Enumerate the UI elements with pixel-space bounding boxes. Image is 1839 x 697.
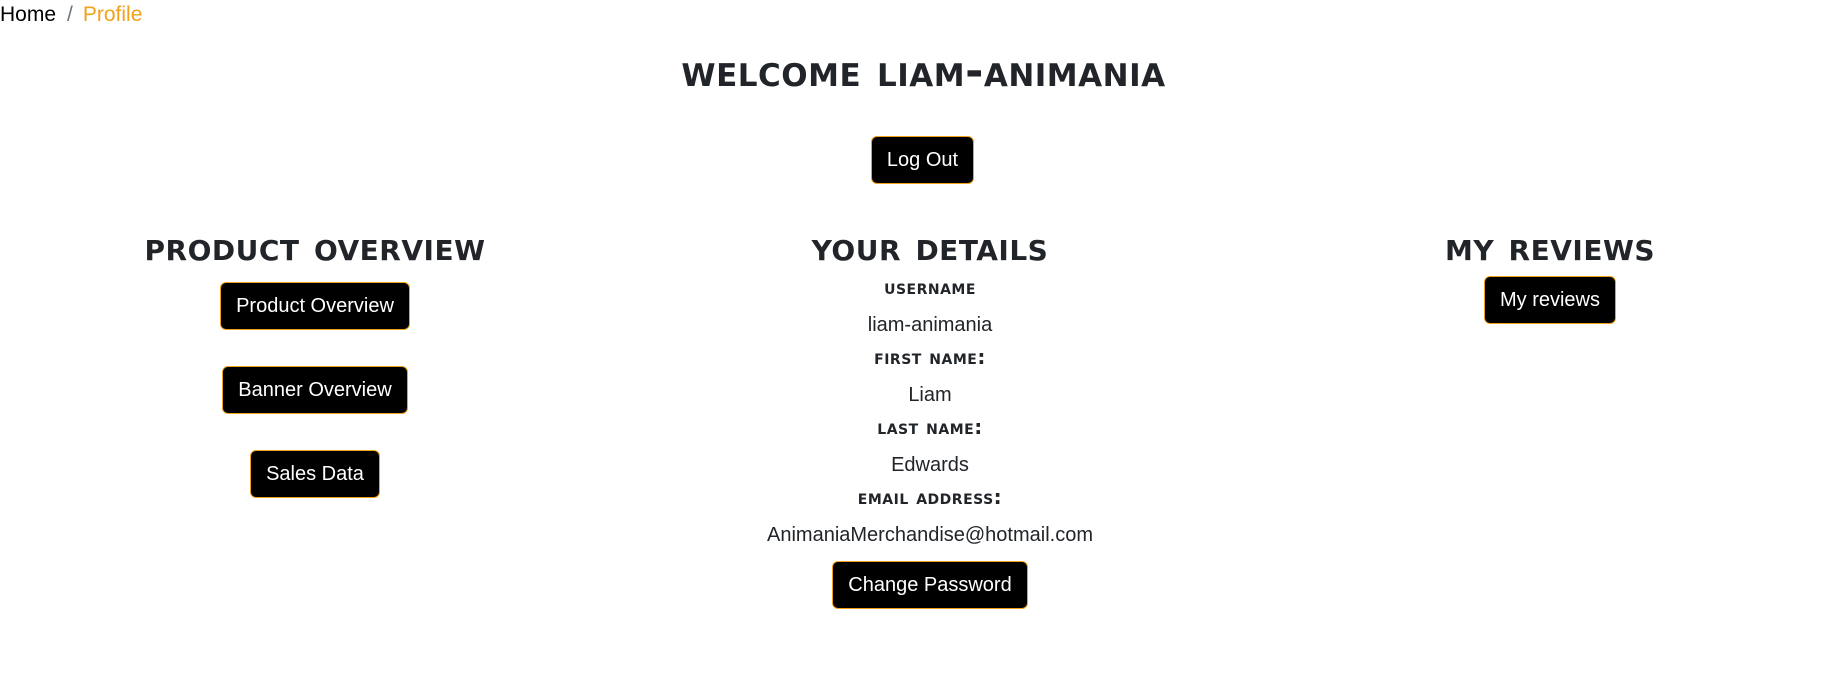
username-value: liam-animania <box>867 314 993 336</box>
profile-page: Home / Profile Welcome liam-animania Log… <box>0 0 1839 697</box>
my-reviews-button[interactable]: My reviews <box>1483 276 1616 324</box>
breadcrumb-home-link[interactable]: Home <box>0 2 56 28</box>
email-label: Email Address: <box>857 485 1003 509</box>
my-reviews-section: My Reviews My reviews <box>1350 222 1750 324</box>
last-name-value: Edwards <box>891 454 969 476</box>
product-overview-button[interactable]: Product Overview <box>220 282 410 330</box>
your-details-section: Your Details Username liam-animania Firs… <box>730 222 1130 609</box>
product-overview-section: Product Overview Product Overview Banner… <box>115 222 515 498</box>
username-label: Username <box>884 275 976 299</box>
breadcrumb-current: Profile <box>82 3 143 26</box>
first-name-value: Liam <box>908 384 952 406</box>
breadcrumb-separator: / <box>67 3 73 26</box>
your-details-heading: Your Details <box>811 224 1049 270</box>
last-name-label: Last Name: <box>877 415 983 439</box>
sales-data-button[interactable]: Sales Data <box>250 450 380 498</box>
email-value: AnimaniaMerchandise@hotmail.com <box>767 524 1093 546</box>
breadcrumb: Home / Profile <box>0 2 142 28</box>
change-password-button[interactable]: Change Password <box>832 561 1028 609</box>
logout-button[interactable]: Log Out <box>870 136 975 184</box>
my-reviews-heading: My Reviews <box>1444 224 1656 270</box>
welcome-title: Welcome liam-animania <box>681 46 1166 97</box>
product-overview-heading: Product Overview <box>144 224 486 270</box>
logout-container: Log Out <box>3 136 1839 184</box>
banner-overview-button[interactable]: Banner Overview <box>222 366 408 414</box>
first-name-label: First Name: <box>874 345 986 369</box>
